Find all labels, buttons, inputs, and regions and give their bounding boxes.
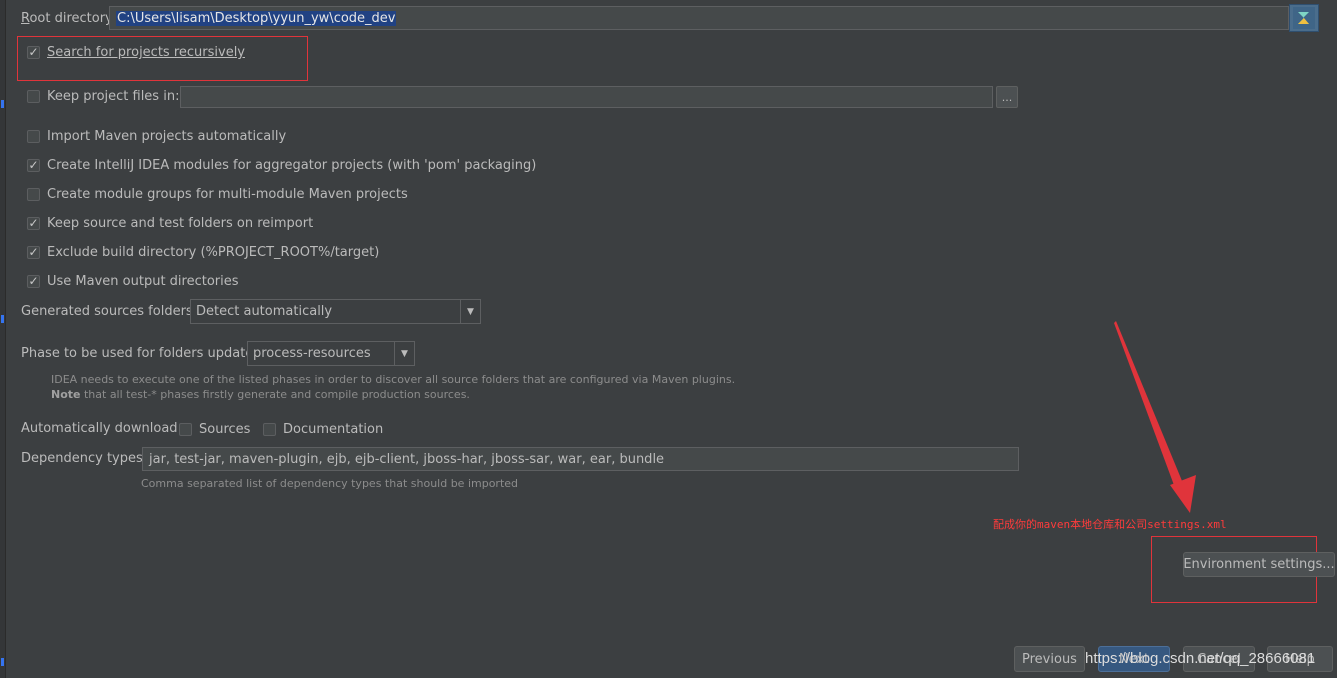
sources-label: Sources: [199, 422, 251, 437]
chevron-down-icon: ▼: [394, 342, 414, 365]
phase-label: Phase to be used for folders update:: [21, 346, 258, 361]
use-output-label: Use Maven output directories: [47, 274, 239, 289]
phase-dropdown[interactable]: process-resources ▼: [247, 341, 415, 366]
dependency-types-input[interactable]: jar, test-jar, maven-plugin, ejb, ejb-cl…: [142, 447, 1019, 471]
module-groups-label: Create module groups for multi-module Ma…: [47, 187, 408, 202]
documentation-label: Documentation: [283, 422, 384, 437]
left-edge-marker: [1, 100, 4, 108]
auto-download-label: Automatically download:: [21, 421, 182, 436]
generated-sources-label: Generated sources folders:: [21, 304, 198, 319]
search-recursive-checkbox[interactable]: [27, 46, 40, 59]
module-groups-checkbox[interactable]: [27, 188, 40, 201]
exclude-build-label: Exclude build directory (%PROJECT_ROOT%/…: [47, 245, 380, 260]
sources-checkbox[interactable]: [179, 423, 192, 436]
search-recursive-label: Search for projects recursively: [47, 45, 245, 60]
use-output-checkbox[interactable]: [27, 275, 40, 288]
root-directory-label: Root directory: [21, 11, 113, 26]
left-edge-marker: [1, 315, 4, 323]
keep-project-files-label: Keep project files in:: [47, 89, 180, 104]
phase-value: process-resources: [253, 346, 371, 361]
dependency-types-label: Dependency types:: [21, 451, 148, 466]
root-directory-value: C:\Users\lisam\Desktop\yyun_yw\code_dev: [116, 10, 397, 26]
keep-source-checkbox[interactable]: [27, 217, 40, 230]
keep-project-files-checkbox[interactable]: [27, 90, 40, 103]
root-directory-input[interactable]: C:\Users\lisam\Desktop\yyun_yw\code_dev: [109, 6, 1289, 30]
browse-button[interactable]: ...: [996, 86, 1018, 108]
documentation-checkbox[interactable]: [263, 423, 276, 436]
generated-sources-dropdown[interactable]: Detect automatically ▼: [190, 299, 481, 324]
chevron-down-icon: ▼: [460, 300, 480, 323]
app-logo-icon: [1289, 4, 1319, 32]
import-auto-label: Import Maven projects automatically: [47, 129, 287, 144]
left-edge-marker: [1, 658, 4, 666]
keep-project-files-input[interactable]: [180, 86, 993, 108]
previous-button[interactable]: Previous: [1014, 646, 1085, 672]
annotation-text: 配成你的maven本地仓库和公司settings.xml: [993, 518, 1227, 531]
exclude-build-checkbox[interactable]: [27, 246, 40, 259]
create-modules-label: Create IntelliJ IDEA modules for aggrega…: [47, 158, 537, 173]
import-auto-checkbox[interactable]: [27, 130, 40, 143]
phase-hint-line1: IDEA needs to execute one of the listed …: [51, 373, 736, 386]
environment-settings-button[interactable]: Environment settings...: [1183, 552, 1335, 577]
watermark-text: https://blog.csdn.net/qq_28666081: [1085, 650, 1316, 667]
create-modules-checkbox[interactable]: [27, 159, 40, 172]
dependency-types-hint: Comma separated list of dependency types…: [141, 477, 519, 490]
keep-source-label: Keep source and test folders on reimport: [47, 216, 314, 231]
annotation-arrow-icon: [1114, 321, 1196, 513]
generated-sources-value: Detect automatically: [196, 304, 333, 319]
phase-hint-line2: Note that all test-* phases firstly gene…: [51, 388, 470, 401]
